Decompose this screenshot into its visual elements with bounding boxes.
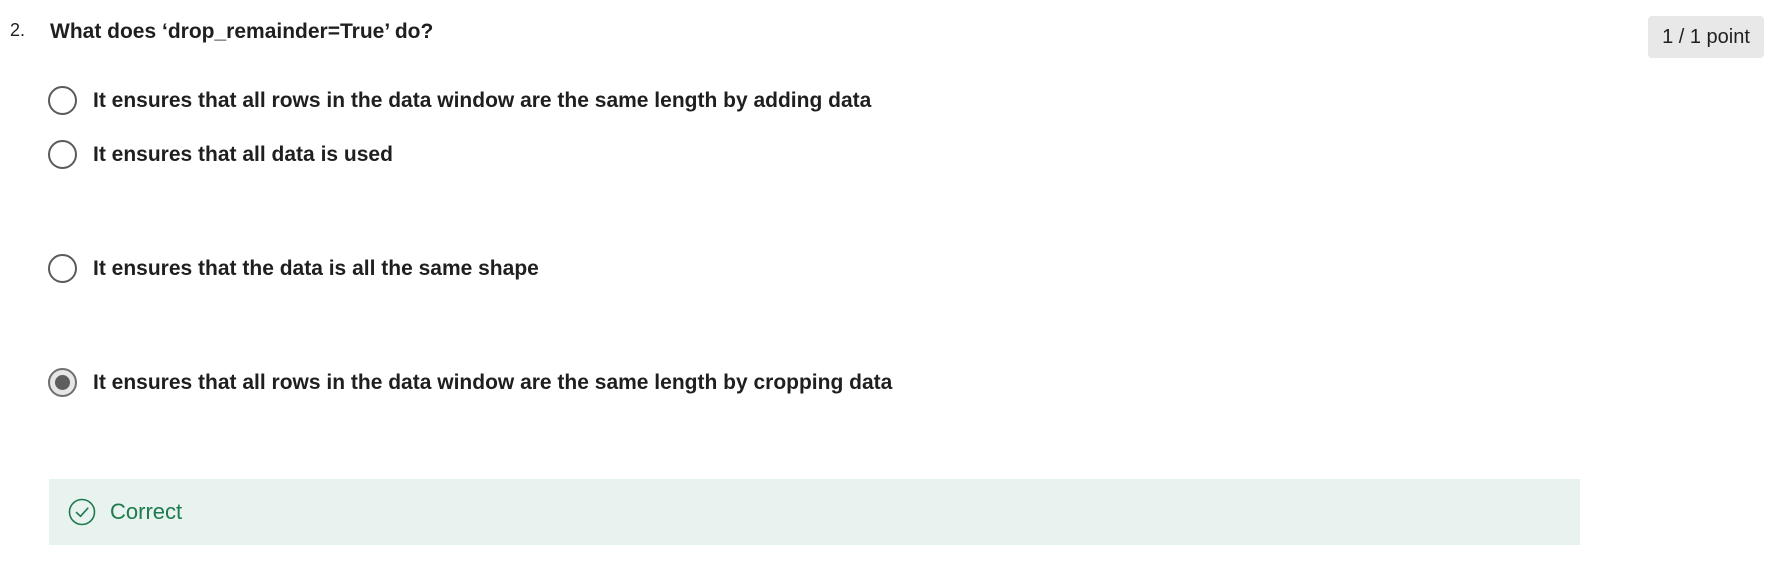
question-number: 2. [10,20,26,40]
radio-dot [55,375,70,390]
option-same-shape[interactable]: It ensures that the data is all the same… [48,254,539,283]
radio-button-selected[interactable] [48,368,77,397]
option-label: It ensures that all rows in the data win… [93,370,893,394]
feedback-status: Correct [110,499,183,524]
option-label: It ensures that the data is all the same… [93,256,539,280]
check-circle-icon [68,498,96,526]
radio-button[interactable] [48,140,77,169]
quiz-question: 2. What does ‘drop_remainder=True’ do? 1… [0,0,1777,566]
option-label: It ensures that all rows in the data win… [93,88,872,112]
radio-button[interactable] [48,86,77,115]
points-badge: 1 / 1 point [1648,16,1764,58]
feedback-banner: Correct [49,479,1580,545]
option-cropping-data[interactable]: It ensures that all rows in the data win… [48,368,892,397]
option-label: It ensures that all data is used [93,142,393,166]
option-adding-data[interactable]: It ensures that all rows in the data win… [48,86,871,115]
radio-button[interactable] [48,254,77,283]
question-title: What does ‘drop_remainder=True’ do? [50,20,434,43]
option-all-data-used[interactable]: It ensures that all data is used [48,140,393,169]
